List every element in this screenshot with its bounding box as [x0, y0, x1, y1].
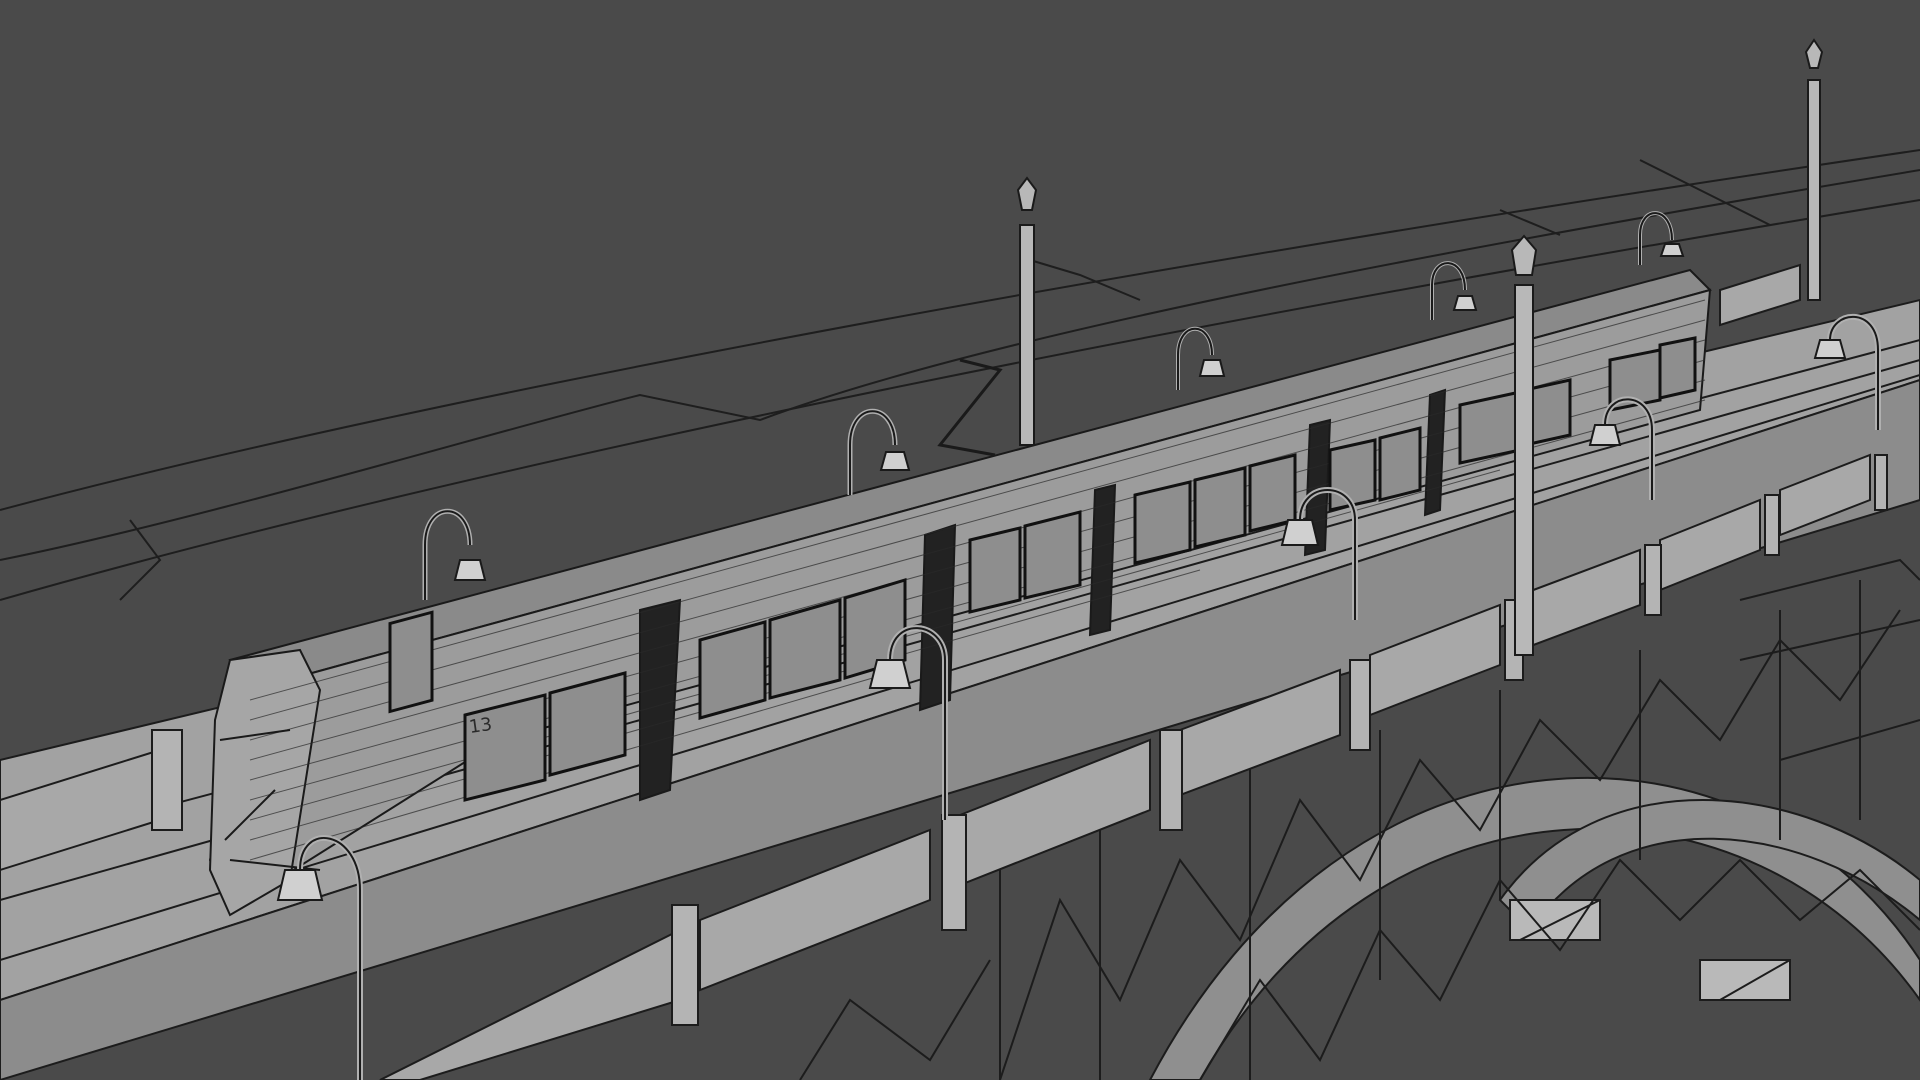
wireframe-scene: 13 — [0, 38, 1920, 1080]
street-lamp — [1176, 326, 1226, 390]
street-lamp — [1430, 261, 1478, 320]
bridge-truss — [1148, 777, 1920, 1080]
street-lamp — [422, 508, 487, 600]
street-lamp — [1638, 211, 1685, 265]
tram-number-label: 13 — [468, 714, 494, 738]
3d-viewport[interactable]: 13 — [0, 0, 1920, 1080]
